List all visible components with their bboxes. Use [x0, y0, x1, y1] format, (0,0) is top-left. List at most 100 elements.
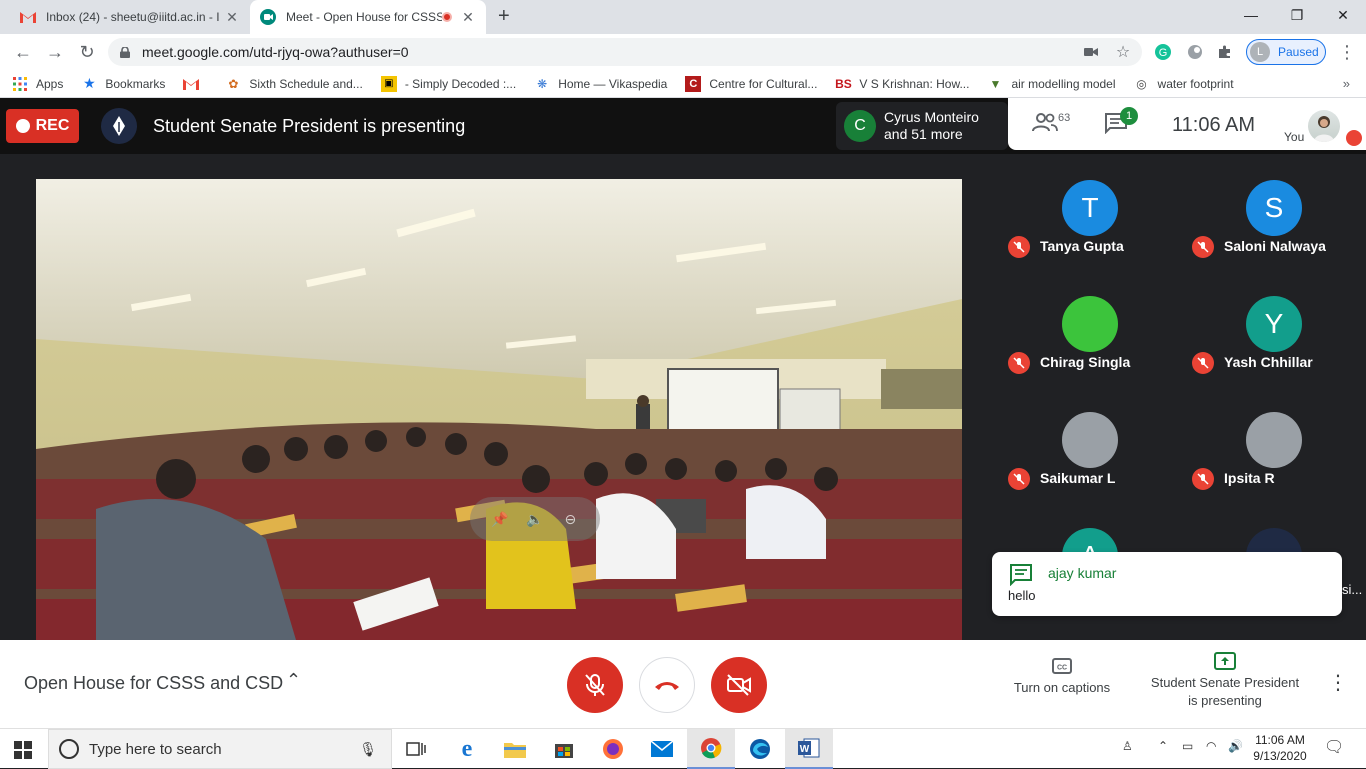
chat-button[interactable]: 1 [1104, 107, 1138, 139]
bookmarks-bar: Apps ★ Bookmarks ✿ Sixth Schedule and...… [0, 70, 1366, 98]
mic-off-icon [1192, 352, 1214, 374]
reload-button[interactable]: ↻ [76, 41, 98, 63]
participant-tile[interactable]: Saikumar L [998, 386, 1182, 502]
video-hover-controls: 📌 🔈 ⊖ [470, 497, 600, 541]
participant-avatar [1062, 296, 1118, 352]
hang-up-icon [655, 682, 679, 690]
self-view[interactable]: You [1284, 106, 1362, 146]
presenter-avatar [101, 108, 137, 144]
gmail-icon [183, 76, 200, 92]
chrome-icon[interactable] [687, 729, 735, 769]
bookmark-gmail[interactable] [183, 76, 207, 92]
mic-off-icon [1192, 468, 1214, 490]
captions-button[interactable]: CC Turn on captions [1004, 658, 1120, 695]
notifications-icon[interactable]: 🗨 [1324, 737, 1344, 757]
minimize-button[interactable]: — [1228, 0, 1274, 30]
bookmark-centre-cultural[interactable]: C Centre for Cultural... [685, 75, 817, 92]
chevron-up-icon[interactable]: ⌃ [1158, 739, 1168, 753]
wifi-icon[interactable]: ◠ [1206, 739, 1216, 753]
leave-call-button[interactable] [639, 657, 695, 713]
browser-toolbar: ← → ↻ meet.google.com/utd-rjyq-owa?authu… [0, 34, 1366, 70]
camera-icon[interactable] [1082, 43, 1100, 61]
new-tab-button[interactable]: + [498, 5, 510, 28]
grammarly-icon[interactable]: G [1154, 43, 1172, 61]
mail-icon[interactable] [638, 729, 686, 769]
more-options-icon[interactable]: ⋮ [1328, 670, 1348, 695]
bookmark-air-modelling[interactable]: ▼ air modelling model [987, 76, 1116, 92]
windows-taskbar: Type here to search 🎙 e W ♙ ⌃ ▭ ◠ 🔊 11:0… [0, 728, 1366, 769]
firefox-icon[interactable] [589, 729, 637, 769]
remove-icon[interactable]: ⊖ [561, 510, 579, 528]
presentation-video[interactable]: 📌 🔈 ⊖ [36, 179, 962, 640]
people-tray-icon[interactable]: ♙ [1122, 739, 1133, 753]
bookmark-apps[interactable]: Apps [12, 76, 63, 92]
close-window-button[interactable]: ✕ [1320, 0, 1366, 30]
extensions-puzzle-icon[interactable] [1216, 43, 1234, 61]
chat-message-icon [1010, 564, 1032, 586]
participant-name: Saikumar L [1040, 470, 1116, 486]
participant-tile[interactable]: Ipsita R [1182, 386, 1366, 502]
back-button[interactable]: ← [12, 41, 34, 63]
bookmark-vikaspedia[interactable]: ❋ Home — Vikaspedia [534, 76, 667, 92]
meeting-title: Open House for CSSS and CSD [24, 673, 284, 693]
store-icon[interactable] [540, 729, 588, 769]
mic-toggle-button[interactable] [567, 657, 623, 713]
more-bookmarks-icon[interactable]: » [1343, 76, 1350, 91]
chat-sender: ajay kumar [1048, 565, 1117, 581]
participant-name: Tanya Gupta [1040, 238, 1124, 254]
profile-button[interactable]: L Paused [1246, 39, 1326, 65]
task-view-icon[interactable] [392, 729, 440, 769]
participant-name: Saloni Nalwaya [1224, 238, 1326, 254]
participant-tile[interactable]: Chirag Singla [998, 270, 1182, 386]
forward-button[interactable]: → [44, 41, 66, 63]
taskbar-search-input[interactable]: Type here to search 🎙 [48, 729, 392, 769]
star-icon: ★ [83, 75, 96, 91]
chevron-up-icon[interactable]: ⌃ [286, 670, 301, 691]
participant-tile[interactable]: Y Yash Chhillar [1182, 270, 1366, 386]
bookmark-sixth-schedule[interactable]: ✿ Sixth Schedule and... [225, 76, 362, 92]
word-icon[interactable]: W [785, 729, 833, 769]
volume-icon[interactable]: 🔊 [1228, 739, 1243, 753]
people-icon [1032, 113, 1058, 132]
pin-icon[interactable]: 📌 [491, 510, 509, 528]
windows-start-icon[interactable] [14, 741, 32, 764]
menu-dots-icon[interactable]: ⋮ [1338, 42, 1356, 62]
speaker-more: and 51 more [884, 126, 963, 142]
camera-toggle-button[interactable] [711, 657, 767, 713]
participant-tile[interactable]: S Saloni Nalwaya [1182, 154, 1366, 270]
simply-decoded-favicon-icon: ▣ [380, 75, 397, 92]
edge-icon[interactable] [736, 729, 784, 769]
close-icon[interactable]: ✕ [224, 9, 240, 26]
avatar: L [1250, 42, 1270, 62]
star-icon[interactable]: ☆ [1114, 43, 1132, 61]
close-icon[interactable]: ✕ [460, 9, 476, 26]
bookmark-vs-krishnan[interactable]: BS V S Krishnan: How... [835, 76, 969, 92]
tab-meet[interactable]: Meet - Open House for CSSS ✕ [250, 0, 486, 34]
participant-tile[interactable]: T Tanya Gupta [998, 154, 1182, 270]
maximize-button[interactable]: ❐ [1274, 0, 1320, 30]
extension-circle-icon[interactable] [1186, 43, 1204, 61]
people-button[interactable]: 63 [1032, 112, 1070, 132]
chat-notification[interactable]: ajay kumar hello [992, 552, 1342, 616]
volume-icon[interactable]: 🔈 [526, 510, 544, 528]
bookmark-label: Apps [36, 76, 64, 91]
edge-legacy-icon[interactable]: e [443, 729, 491, 769]
bookmark-water-footprint[interactable]: ◎ water footprint [1134, 76, 1233, 92]
address-bar[interactable]: meet.google.com/utd-rjyq-owa?authuser=0 [108, 38, 1142, 66]
system-clock[interactable]: 11:06 AM 9/13/2020 [1250, 732, 1310, 764]
bookmark-label: Sixth Schedule and... [249, 76, 363, 91]
meeting-info-panel: 63 1 11:06 AM You [1008, 98, 1366, 150]
present-button[interactable]: Student Senate President is presenting [1140, 652, 1310, 710]
participant-name: Ipsita R [1224, 470, 1275, 486]
clock-date: 9/13/2020 [1253, 749, 1307, 763]
battery-icon[interactable]: ▭ [1182, 739, 1193, 753]
microphone-icon[interactable]: 🎙 [359, 741, 377, 758]
bookmark-simply-decoded[interactable]: ▣ - Simply Decoded :... [380, 75, 516, 92]
bookmark-bookmarks[interactable]: ★ Bookmarks [81, 75, 165, 92]
active-speakers-box[interactable]: C Cyrus Monteiro and 51 more [836, 102, 1008, 150]
tab-title: Meet - Open House for CSSS [286, 10, 442, 24]
participant-avatar [1246, 412, 1302, 468]
tab-gmail[interactable]: Inbox (24) - sheetu@iiitd.ac.in - I ✕ [10, 0, 250, 34]
participant-name: Chirag Singla [1040, 354, 1131, 370]
file-explorer-icon[interactable] [491, 729, 539, 769]
